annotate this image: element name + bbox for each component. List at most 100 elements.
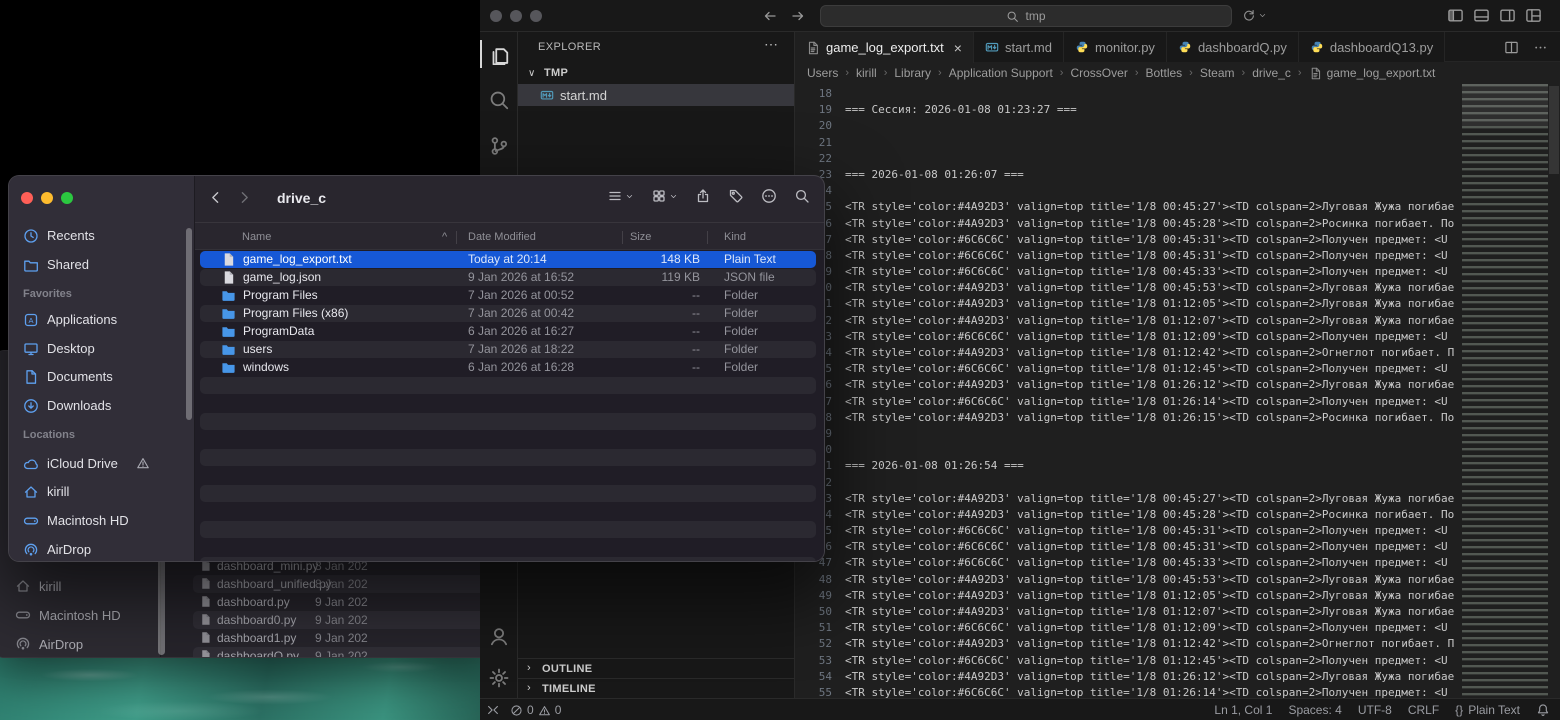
explorer-section-tmp[interactable]: ∨ TMP (518, 62, 794, 84)
sidebar-item-airdrop[interactable]: AirDrop (15, 537, 186, 561)
breadcrumb-item-drive_c[interactable]: drive_c (1252, 66, 1291, 80)
back-sidebar-item-macintosh-hd[interactable]: Macintosh HD (0, 602, 160, 628)
outline-panel-header[interactable]: › OUTLINE (518, 658, 794, 678)
breadcrumb-item-Application Support[interactable]: Application Support (949, 66, 1053, 80)
layout-refresh-button[interactable] (1242, 8, 1267, 22)
minimap[interactable] (1462, 84, 1548, 698)
column-divider[interactable] (456, 231, 457, 244)
encoding[interactable]: UTF-8 (1358, 703, 1392, 717)
column-divider[interactable] (622, 231, 623, 244)
sidebar-item-macintosh-hd[interactable]: Macintosh HD (15, 508, 186, 534)
more-actions-icon[interactable] (1533, 40, 1548, 55)
back-file-row-dashboard.py[interactable]: dashboard.py 9 Jan 202 (191, 593, 489, 611)
editor-scrollbar[interactable] (1549, 86, 1559, 174)
toggle-panel-icon[interactable] (1473, 7, 1490, 24)
breadcrumb-item-CrossOver[interactable]: CrossOver (1070, 66, 1127, 80)
tag-icon[interactable] (728, 188, 744, 204)
column-date-modified[interactable]: Date Modified (468, 231, 536, 243)
close-button[interactable] (21, 192, 33, 204)
eol-sequence[interactable]: CRLF (1408, 703, 1439, 717)
settings-gear-icon[interactable] (487, 666, 511, 690)
zoom-button[interactable] (61, 192, 73, 204)
breadcrumb-item-Bottles[interactable]: Bottles (1145, 66, 1182, 80)
editor[interactable]: 18 19 === Сессия: 2026-01-08 01:23:27 === 2… (795, 84, 1560, 698)
file-row-windows[interactable]: windows 6 Jan 2026 at 16:28 -- Folder (195, 358, 824, 376)
problems-status[interactable]: 0 0 (510, 703, 561, 717)
column-divider[interactable] (707, 231, 708, 244)
code-line: 22 (795, 151, 1462, 167)
finder-back-sidebar-scrollbar[interactable] (158, 559, 165, 655)
back-file-row-dashboard0.py[interactable]: dashboard0.py 9 Jan 202 (191, 611, 489, 629)
column-size[interactable]: Size (630, 231, 651, 243)
sidebar-item-shared[interactable]: Shared (15, 252, 186, 278)
breadcrumb-item-Steam[interactable]: Steam (1200, 66, 1235, 80)
sidebar-item-downloads[interactable]: Downloads (15, 393, 186, 419)
breadcrumb-item-Users[interactable]: Users (807, 66, 838, 80)
tab-dashboardQ13.py[interactable]: dashboardQ13.py (1298, 32, 1446, 62)
sidebar-item-kirill[interactable]: kirill (15, 479, 186, 505)
sidebar-item-documents[interactable]: Documents (15, 364, 186, 390)
tab-dashboardQ.py[interactable]: dashboardQ.py (1166, 32, 1299, 62)
toggle-sidebar-icon[interactable] (1447, 7, 1464, 24)
breadcrumb-file[interactable]: game_log_export.txt (1309, 66, 1435, 80)
column-name[interactable]: Name (242, 231, 271, 243)
customize-layout-icon[interactable] (1525, 7, 1542, 24)
file-row-game_log.json[interactable]: game_log.json 9 Jan 2026 at 16:52 119 KB JS… (195, 268, 824, 286)
file-row-game_log_export.txt[interactable]: game_log_export.txt Today at 20:14 148 KB P… (195, 250, 824, 268)
column-kind[interactable]: Kind (724, 231, 746, 243)
split-editor-icon[interactable] (1504, 40, 1519, 55)
editor-actions (1504, 32, 1548, 62)
tab-game_log_export.txt[interactable]: game_log_export.txt × (795, 32, 974, 63)
tab-start.md[interactable]: start.md (973, 32, 1064, 62)
file-size: -- (692, 324, 700, 338)
tab-monitor.py[interactable]: monitor.py (1063, 32, 1167, 62)
history-forward-icon[interactable] (790, 8, 806, 24)
file-row-Program Files (x86)[interactable]: Program Files (x86) 7 Jan 2026 at 00:42 --… (195, 304, 824, 322)
sidebar-item-icloud-drive[interactable]: iCloud Drive (15, 451, 186, 477)
search-icon[interactable] (794, 188, 810, 204)
indentation[interactable]: Spaces: 4 (1288, 703, 1341, 717)
history-back-icon[interactable] (762, 8, 778, 24)
notifications-bell-icon[interactable] (1536, 703, 1550, 717)
back-file-row-dashboard_unified.py[interactable]: dashboard_unified.py 8 Jan 202 (191, 575, 489, 593)
close-tab-icon[interactable]: × (954, 40, 962, 56)
breadcrumb-item-kirill[interactable]: kirill (856, 66, 877, 80)
window-minimize-button[interactable] (510, 10, 522, 22)
accounts-icon[interactable] (487, 624, 511, 648)
explorer-view-icon[interactable] (487, 42, 511, 66)
window-close-button[interactable] (490, 10, 502, 22)
group-by-button[interactable] (651, 188, 678, 204)
folder-icon (221, 342, 236, 357)
source-control-icon[interactable] (487, 134, 511, 158)
sidebar-item-desktop[interactable]: Desktop (15, 336, 186, 362)
explorer-more-actions-icon[interactable]: ⋯ (764, 36, 778, 53)
remote-indicator-icon[interactable] (486, 703, 500, 717)
cursor-position[interactable]: Ln 1, Col 1 (1214, 703, 1272, 717)
file-row-ProgramData[interactable]: ProgramData 6 Jan 2026 at 16:27 -- Folder (195, 322, 824, 340)
back-sidebar-item-airdrop[interactable]: AirDrop (0, 631, 160, 657)
toggle-secondary-sidebar-icon[interactable] (1499, 7, 1516, 24)
breadcrumb-separator-icon: › (1059, 67, 1064, 79)
forward-icon[interactable] (236, 189, 253, 206)
sidebar-item-applications[interactable]: A Applications (15, 307, 186, 333)
more-actions-icon[interactable] (761, 188, 777, 204)
language-mode[interactable]: {} Plain Text (1455, 703, 1520, 717)
command-center-search[interactable]: tmp (820, 5, 1232, 27)
back-icon[interactable] (207, 189, 224, 206)
back-sidebar-item-kirill[interactable]: kirill (0, 573, 160, 599)
timeline-panel-header[interactable]: › TIMELINE (518, 678, 794, 698)
share-icon[interactable] (695, 188, 711, 204)
back-file-row-dashboard1.py[interactable]: dashboard1.py 9 Jan 202 (191, 629, 489, 647)
search-view-icon[interactable] (487, 88, 511, 112)
file-row-Program Files[interactable]: Program Files 7 Jan 2026 at 00:52 -- Folder (195, 286, 824, 304)
file-row-users[interactable]: users 7 Jan 2026 at 18:22 -- Folder (195, 340, 824, 358)
minimize-button[interactable] (41, 192, 53, 204)
window-zoom-button[interactable] (530, 10, 542, 22)
explorer-item-start.md[interactable]: start.md (518, 84, 794, 106)
breadcrumb-item-Library[interactable]: Library (894, 66, 931, 80)
view-options-button[interactable] (607, 188, 634, 204)
sidebar-item-recents[interactable]: Recents (15, 223, 186, 249)
minimap-slider[interactable] (1462, 84, 1548, 126)
sidebar-scrollbar[interactable] (186, 228, 192, 420)
back-file-row-dashboardQ.py[interactable]: dashboardQ.py 9 Jan 202 (191, 647, 489, 657)
